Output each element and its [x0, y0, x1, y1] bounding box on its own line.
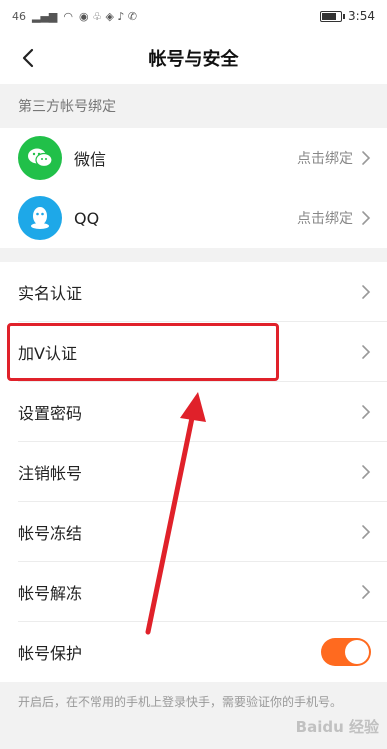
menu-item-label: 实名认证: [18, 284, 83, 303]
watermark: Baidu 经验: [295, 718, 379, 736]
chevron-left-icon: [22, 48, 34, 68]
menu-item-unfreeze[interactable]: 帐号解冻: [0, 562, 387, 622]
wechat-bind-hint: 点击绑定: [297, 151, 353, 167]
qq-bind-hint: 点击绑定: [297, 211, 353, 227]
third-party-card: 微信 点击绑定 QQ 点击绑定: [0, 128, 387, 248]
status-icons: 46 ▂▄▆ ◠ ◉ ♧ ◈ ♪ ✆: [12, 10, 137, 23]
nav-bar: 帐号与安全: [0, 32, 387, 84]
menu-item-label: 帐号冻结: [18, 524, 83, 543]
battery-icon: [320, 10, 346, 22]
account-protect-toggle[interactable]: [321, 638, 371, 666]
toggle-knob: [345, 640, 369, 664]
signal-icon: ▂▄▆: [32, 9, 58, 23]
menu-item-label: 帐号保护: [18, 644, 83, 663]
menu-item-set-password[interactable]: 设置密码: [0, 382, 387, 442]
menu-item-label: 注销帐号: [18, 464, 83, 483]
page-title: 帐号与安全: [148, 49, 239, 70]
chevron-right-icon: [362, 151, 371, 165]
app-notification-icons: ◉ ♧ ◈ ♪ ✆: [79, 9, 138, 23]
chevron-right-icon: [362, 285, 371, 299]
chevron-right-icon: [362, 525, 371, 539]
menu-item-label: 帐号解冻: [18, 584, 83, 603]
wechat-label: 微信: [74, 150, 107, 169]
menu-item-account-protect: 帐号保护: [0, 622, 387, 682]
chevron-right-icon: [362, 585, 371, 599]
wifi-icon: ◠: [63, 9, 73, 23]
menu-item-real-name[interactable]: 实名认证: [0, 262, 387, 322]
clock: 3:54: [348, 9, 375, 23]
back-button[interactable]: [14, 44, 42, 72]
chevron-right-icon: [362, 211, 371, 225]
menu-item-cancel-account[interactable]: 注销帐号: [0, 442, 387, 502]
menu-item-label: 设置密码: [18, 404, 83, 423]
menu-item-freeze[interactable]: 帐号冻结: [0, 502, 387, 562]
bind-qq-row[interactable]: QQ 点击绑定: [0, 188, 387, 248]
chevron-right-icon: [362, 405, 371, 419]
status-bar: 46 ▂▄▆ ◠ ◉ ♧ ◈ ♪ ✆ 3:54: [0, 0, 387, 32]
highlight-box: [7, 323, 279, 381]
section-header-third-party: 第三方帐号绑定: [0, 84, 387, 128]
qq-label: QQ: [74, 208, 100, 228]
bind-wechat-row[interactable]: 微信 点击绑定: [0, 128, 387, 188]
signal-indicator: 46: [12, 9, 26, 23]
chevron-right-icon: [362, 345, 371, 359]
qq-icon: [18, 196, 62, 240]
protect-footnote: 开启后，在不常用的手机上登录快手，需要验证你的手机号。: [18, 695, 343, 709]
chevron-right-icon: [362, 465, 371, 479]
wechat-icon: [18, 136, 62, 180]
